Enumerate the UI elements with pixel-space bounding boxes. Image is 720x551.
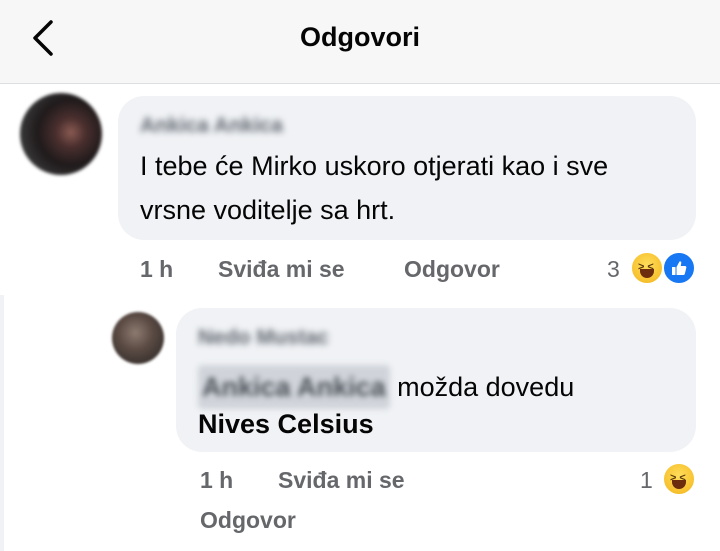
avatar[interactable] <box>20 93 102 175</box>
top-bar: Odgovori <box>0 0 720 84</box>
comment-text: I tebe će Mirko uskoro otjerati kao i sv… <box>140 151 609 225</box>
reply-bubble[interactable]: Nedo Mustac Ankica Ankica možda dovedu N… <box>176 308 696 452</box>
haha-icon: >< <box>630 251 664 285</box>
comment-bubble[interactable]: Ankica Ankica I tebe će Mirko uskoro otj… <box>118 96 696 240</box>
haha-icon: >< <box>662 462 696 496</box>
reply-time: 1 h <box>200 467 234 493</box>
page-title: Odgovori <box>300 22 420 52</box>
reply-button[interactable]: Odgovor <box>404 256 500 283</box>
reply-author[interactable]: Nedo Mustac <box>198 326 329 350</box>
comment-author[interactable]: Ankica Ankica <box>140 114 283 138</box>
like-button[interactable]: Sviđa mi se <box>218 256 345 283</box>
reply-text: možda dovedu <box>397 372 575 402</box>
reply-like-button[interactable]: Sviđa mi se <box>278 467 405 494</box>
reply-reaction-count: 1 <box>640 467 653 493</box>
comment-time: 1 h <box>140 256 174 282</box>
reaction-count: 3 <box>607 256 620 282</box>
tagged-person-link[interactable]: Nives Celsius <box>198 402 374 446</box>
thread-line <box>0 295 4 551</box>
reply-reply-button[interactable]: Odgovor <box>200 507 296 534</box>
reply-avatar[interactable] <box>112 312 164 364</box>
like-icon <box>662 251 696 285</box>
